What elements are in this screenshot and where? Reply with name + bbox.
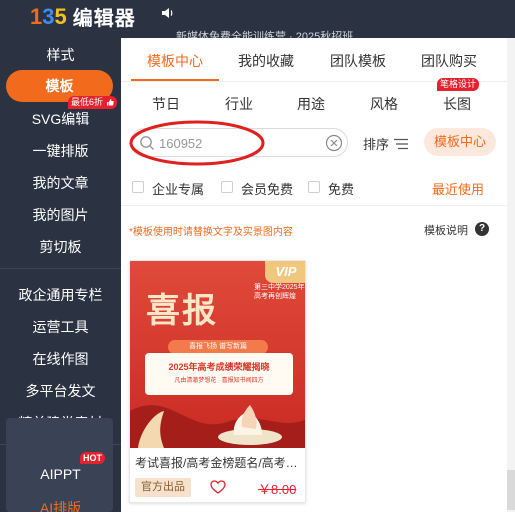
template-thumbnail[interactable]: VIP 喜报 第三中学2025年 高考再创辉煌 喜报飞扬 谱写新篇 2025年高… (130, 261, 305, 448)
filter-checkbox-enterprise[interactable] (132, 181, 144, 193)
subtab-festival[interactable]: 节日 (152, 94, 180, 114)
filter-checkbox-member-free[interactable] (221, 181, 233, 193)
logo-mark: 1 3 5 (30, 4, 67, 30)
search-icon (140, 136, 154, 150)
template-center-pill[interactable]: 模板中心 (424, 128, 496, 156)
scrollbar-track[interactable] (507, 38, 515, 512)
sidebar-item-my-articles[interactable]: 我的文章 (0, 173, 121, 193)
official-tag: 官方出品 (135, 478, 191, 497)
long-image-badge: 笔格设计 (437, 78, 480, 91)
poster-school: 第三中学2025年 高考再创辉煌 (254, 284, 305, 300)
discount-badge-label: 最低6折 (71, 97, 104, 107)
logo-letter-5: 5 (54, 3, 67, 29)
subtab-style[interactable]: 风格 (370, 94, 398, 114)
sidebar-item-online-design[interactable]: 在线作图 (0, 349, 121, 369)
filters-divider (121, 205, 507, 206)
subtab-usage[interactable]: 用途 (297, 94, 325, 114)
heart-icon[interactable] (210, 480, 226, 494)
template-panel: 模板中心 我的收藏 团队模板 团队购买 节日 行业 用途 风格 长图 笔格设计 … (121, 38, 507, 512)
recent-used-link[interactable]: 最近使用 (432, 179, 484, 198)
thumb-icon (106, 99, 114, 106)
ai-panel: AIPPT AI排版 (6, 418, 113, 512)
top-bar: 1 3 5 编辑器 新媒体免费全能训练营 · 2025秋招班 (0, 0, 515, 38)
search-box[interactable] (130, 128, 348, 157)
sidebar-item-multi-platform[interactable]: 多平台发文 (0, 381, 121, 401)
filter-label-member-free[interactable]: 会员免费 (241, 179, 293, 198)
vip-badge: VIP (265, 261, 305, 283)
poster-title: 喜报 (146, 291, 218, 331)
app-name: 编辑器 (72, 8, 136, 30)
scrollbar-thumb[interactable] (507, 470, 515, 510)
sidebar-item-ai-layout[interactable]: AI排版 (0, 498, 121, 512)
filter-checkbox-free[interactable] (308, 181, 320, 193)
template-card[interactable]: VIP 喜报 第三中学2025年 高考再创辉煌 喜报飞扬 谱写新篇 2025年高… (129, 260, 306, 503)
poster-subline: 凡由清澈梦想花 · 喜报知书闻四方 (174, 378, 264, 384)
discount-badge: 最低6折 (68, 96, 117, 109)
hot-badge: HOT (80, 452, 105, 464)
scrolling-notice[interactable]: 新媒体免费全能训练营 · 2025秋招班 (176, 30, 353, 38)
clear-icon[interactable] (325, 134, 343, 152)
tab-team-templates[interactable]: 团队模板 (330, 51, 386, 71)
search-input[interactable] (159, 134, 319, 152)
usage-notice: *模板使用时请替换文字及实景图内容 (129, 227, 293, 238)
template-explain-link[interactable]: 模板说明 (424, 222, 468, 238)
tab-template-center[interactable]: 模板中心 (147, 51, 203, 71)
sidebar-divider (0, 268, 121, 269)
tab-my-favorites[interactable]: 我的收藏 (238, 51, 294, 71)
subtab-industry[interactable]: 行业 (225, 94, 253, 114)
sort-label: 排序 (363, 137, 390, 152)
logo[interactable]: 1 3 5 编辑器 (30, 2, 136, 31)
sidebar-item-government[interactable]: 政企通用专栏 (0, 285, 121, 305)
sidebar-item-ops-tools[interactable]: 运营工具 (0, 317, 121, 337)
poster-banner: 喜报飞扬 谱写新篇 (168, 340, 268, 354)
logo-letter-1: 1 (30, 3, 43, 29)
sidebar-item-one-click-layout[interactable]: 一键排版 (0, 141, 121, 161)
sidebar-item-clipboard[interactable]: 剪切板 (0, 237, 121, 257)
sidebar-item-styles[interactable]: 样式 (0, 45, 121, 65)
filter-label-free[interactable]: 免费 (328, 179, 354, 198)
poster-board: 2025年高考成绩荣耀揭晓 凡由清澈梦想花 · 喜报知书闻四方 (145, 353, 293, 395)
volume-icon[interactable] (161, 6, 175, 24)
sidebar-item-my-images[interactable]: 我的图片 (0, 205, 121, 225)
sort-icon (393, 138, 408, 150)
filter-label-enterprise[interactable]: 企业专属 (152, 179, 204, 198)
poster-headline: 2025年高考成绩荣耀揭晓 (168, 362, 270, 372)
sort-control[interactable]: 排序 (363, 134, 409, 153)
sidebar-item-svg-editor[interactable]: SVG编辑 (0, 109, 121, 129)
card-title[interactable]: 考试喜报/高考金榜题名/高考喜报 (135, 454, 303, 471)
logo-letter-3: 3 (42, 3, 55, 29)
card-price: ￥8.00 (258, 482, 297, 497)
sidebar-item-aippt[interactable]: AIPPT (0, 464, 121, 484)
help-icon[interactable]: ? (475, 222, 489, 236)
tab-team-purchase[interactable]: 团队购买 (421, 51, 477, 71)
subtab-long-image[interactable]: 长图 (443, 94, 471, 114)
